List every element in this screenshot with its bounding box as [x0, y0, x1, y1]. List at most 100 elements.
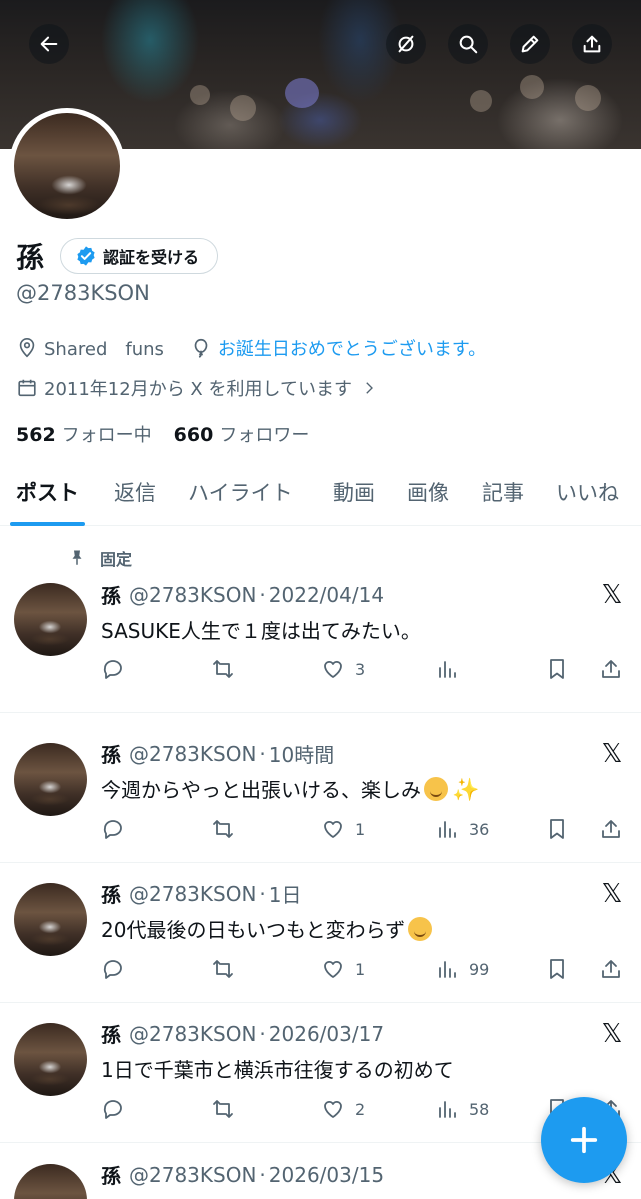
x-logo-icon: 𝕏	[601, 580, 623, 610]
views-button[interactable]: 99	[435, 957, 489, 981]
share-button[interactable]	[599, 817, 623, 841]
edit-button[interactable]	[510, 24, 550, 64]
search-button[interactable]	[448, 24, 488, 64]
bookmark-button[interactable]	[545, 657, 569, 681]
post-divider	[0, 712, 641, 713]
separator-dot: ·	[259, 582, 266, 607]
views-icon	[439, 1101, 456, 1118]
x-logo-icon: 𝕏	[601, 879, 623, 909]
get-verified-button[interactable]: 認証を受ける	[60, 238, 219, 274]
birthday-link[interactable]: お誕生日おめでとうございます。	[218, 335, 486, 361]
tab-replies[interactable]: 返信	[114, 460, 156, 524]
views-button[interactable]: 36	[435, 817, 489, 841]
profile-meta-location-row: Shared funs お誕生日おめでとうございます。	[16, 335, 486, 361]
chevron-right-icon	[366, 382, 373, 394]
repost-button[interactable]	[211, 1097, 235, 1121]
tab-articles[interactable]: 記事	[482, 460, 524, 524]
following-link[interactable]: 562 フォロー中	[16, 421, 152, 447]
repost-icon	[213, 960, 233, 978]
tab-images[interactable]: 画像	[407, 460, 449, 524]
profile-avatar[interactable]	[9, 108, 125, 224]
views-button[interactable]	[435, 657, 469, 681]
post-divider	[0, 1002, 641, 1003]
like-button[interactable]: 1	[321, 957, 365, 981]
sparkles-icon: ✨	[452, 778, 480, 803]
post-text-content: SASUKE人生で１度は出てみたい。	[101, 619, 421, 643]
post-timestamp[interactable]: 2026/03/15	[269, 1163, 384, 1187]
bookmark-button[interactable]	[545, 817, 569, 841]
post-header: 孫 @2783KSON · 2026/03/17	[101, 1019, 384, 1048]
post-author-name[interactable]: 孫	[101, 1019, 121, 1048]
tab-posts[interactable]: ポスト	[10, 460, 85, 526]
like-button[interactable]: 1	[321, 817, 365, 841]
repost-button[interactable]	[211, 657, 235, 681]
bookmark-icon	[550, 959, 564, 979]
views-icon	[439, 661, 456, 678]
post-text-content: 1日で千葉市と横浜市往復するの初めて	[101, 1058, 454, 1082]
like-count: 1	[355, 819, 366, 839]
post-avatar[interactable]	[14, 743, 87, 816]
profile-handle: @2783KSON	[16, 281, 150, 305]
share-button[interactable]	[599, 657, 623, 681]
bookmark-button[interactable]	[545, 957, 569, 981]
post-text: 1日で千葉市と横浜市往復するの初めて	[101, 1054, 454, 1083]
repost-icon	[213, 660, 233, 678]
views-count: 36	[469, 819, 490, 839]
followers-link[interactable]: 660 フォロワー	[174, 421, 310, 447]
post-author-name[interactable]: 孫	[101, 739, 121, 768]
post-timestamp[interactable]: 10時間	[269, 739, 334, 768]
tab-videos[interactable]: 動画	[333, 460, 375, 524]
post-avatar[interactable]	[14, 1164, 87, 1199]
reply-button[interactable]	[101, 1097, 125, 1121]
bookmark-icon	[550, 819, 564, 839]
post-actions: 1 99	[101, 957, 625, 985]
tab-highlights[interactable]: ハイライト	[188, 460, 293, 524]
following-label: フォロー中	[61, 425, 152, 446]
share-button[interactable]	[572, 24, 612, 64]
calendar-icon	[18, 379, 36, 397]
post-avatar[interactable]	[14, 1023, 87, 1096]
post-timestamp[interactable]: 2022/04/14	[269, 583, 384, 607]
share-icon	[583, 35, 601, 53]
separator-dot: ·	[259, 881, 266, 906]
followers-label: フォロワー	[219, 425, 310, 446]
like-icon	[324, 960, 342, 978]
repost-icon	[213, 1100, 233, 1118]
like-count: 3	[355, 659, 366, 679]
post-author-name[interactable]: 孫	[101, 580, 121, 609]
get-verified-label: 認証を受ける	[103, 248, 200, 267]
repost-button[interactable]	[211, 817, 235, 841]
reply-icon	[103, 820, 122, 839]
compose-post-button[interactable]	[541, 1097, 627, 1183]
like-button[interactable]: 3	[321, 657, 365, 681]
post-header: 孫 @2783KSON · 2026/03/15	[101, 1160, 384, 1189]
separator-dot: ·	[259, 1021, 266, 1046]
back-button[interactable]	[29, 24, 69, 64]
views-count: 58	[469, 1099, 490, 1119]
post-author-name[interactable]: 孫	[101, 1160, 121, 1189]
post-avatar[interactable]	[14, 883, 87, 956]
reply-button[interactable]	[101, 957, 125, 981]
reply-button[interactable]	[101, 817, 125, 841]
post-avatar[interactable]	[14, 583, 87, 656]
share-button[interactable]	[599, 957, 623, 981]
post-author-name[interactable]: 孫	[101, 879, 121, 908]
like-button[interactable]: 2	[321, 1097, 365, 1121]
grok-button[interactable]	[386, 24, 426, 64]
views-button[interactable]: 58	[435, 1097, 489, 1121]
joined-row[interactable]: 2011年12月から X を利用しています	[16, 375, 384, 401]
reply-button[interactable]	[101, 657, 125, 681]
joined-date: 2011年12月から X を利用しています	[44, 379, 352, 400]
post-timestamp[interactable]: 1日	[269, 879, 302, 908]
post-actions: 3	[101, 657, 625, 685]
post-author-handle: @2783KSON	[129, 1021, 257, 1046]
emoji-icon	[424, 777, 448, 801]
repost-button[interactable]	[211, 957, 235, 981]
share-icon	[602, 960, 620, 978]
post-timestamp[interactable]: 2026/03/17	[269, 1022, 384, 1046]
like-icon	[324, 1100, 342, 1118]
post-header: 孫 @2783KSON · 2022/04/14	[101, 580, 384, 609]
bookmark-icon	[550, 659, 564, 679]
tab-likes[interactable]: いいね	[556, 460, 619, 524]
pin-icon	[72, 550, 82, 565]
